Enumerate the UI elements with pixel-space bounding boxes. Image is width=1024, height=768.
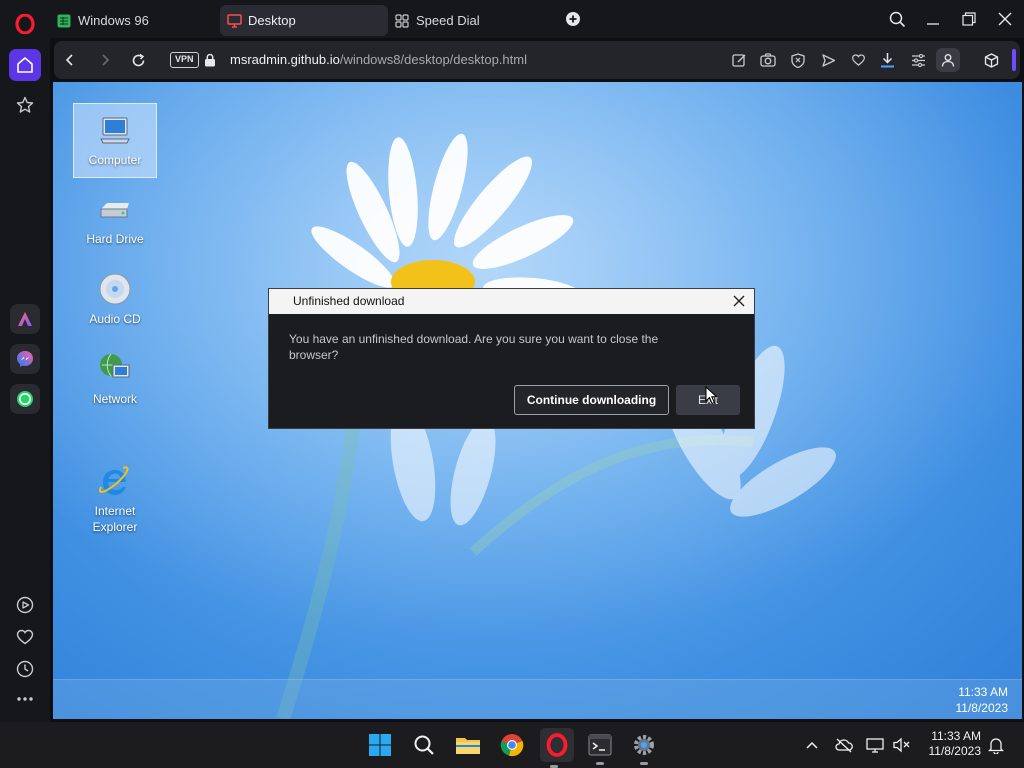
- desktop-icon-label: Network: [92, 392, 137, 406]
- send-arrow-icon[interactable]: [817, 49, 839, 71]
- windows8-taskbar: 11:33 AM 11/8/2023: [53, 679, 1022, 719]
- internet-explorer-icon: [97, 447, 133, 495]
- desktop-icon-audio-cd[interactable]: Audio CD: [73, 263, 157, 327]
- tray-chevron-up-icon[interactable]: [802, 735, 822, 755]
- desktop-icon-label: Audio CD: [89, 312, 141, 326]
- chrome-icon[interactable]: [498, 731, 526, 759]
- dialog-close-icon[interactable]: [732, 294, 746, 308]
- cloud-offline-icon[interactable]: [834, 735, 854, 755]
- vpn-badge[interactable]: VPN: [170, 52, 199, 68]
- network-globe-icon: [97, 351, 133, 387]
- dialog-title: Unfinished download: [269, 289, 754, 314]
- tab-label: Speed Dial: [416, 13, 480, 28]
- continue-downloading-button[interactable]: Continue downloading: [514, 385, 669, 415]
- file-explorer-folder-icon[interactable]: [454, 731, 482, 759]
- cd-disc-icon: [97, 271, 133, 307]
- host-clock[interactable]: 11:33 AM 11/8/2023: [929, 729, 982, 759]
- messenger-icon[interactable]: [10, 344, 40, 374]
- tab-label: Windows 96: [78, 13, 149, 28]
- desktop-icon-computer[interactable]: Computer: [73, 103, 157, 178]
- shield-icon[interactable]: [787, 49, 809, 71]
- minimize-icon[interactable]: [922, 8, 944, 30]
- forward-arrow-icon[interactable]: [94, 49, 116, 71]
- download-icon[interactable]: [876, 49, 898, 71]
- whatsapp-icon[interactable]: [10, 384, 40, 414]
- lock-icon[interactable]: [199, 49, 221, 71]
- hard-drive-icon: [97, 191, 133, 227]
- terminal-icon[interactable]: [586, 731, 614, 765]
- aria-ai-icon[interactable]: [10, 304, 40, 334]
- extensions-cube-icon[interactable]: [980, 49, 1002, 71]
- close-window-icon[interactable]: [994, 8, 1016, 30]
- edit-note-icon[interactable]: [728, 49, 750, 71]
- host-clock-date: 11/8/2023: [928, 744, 982, 758]
- back-arrow-icon[interactable]: [59, 49, 81, 71]
- desktop-icon-label: Internet Explorer: [92, 504, 138, 534]
- home-icon[interactable]: [9, 49, 41, 81]
- host-clock-time: 11:33 AM: [931, 729, 981, 743]
- windows8-clock-date: 11/8/2023: [955, 701, 1009, 715]
- heart-icon[interactable]: [9, 621, 41, 653]
- star-icon[interactable]: [9, 89, 41, 121]
- tab-desktop[interactable]: Desktop: [220, 5, 388, 36]
- display-network-icon[interactable]: [866, 735, 886, 755]
- unfinished-download-dialog: Unfinished download You have an unfinish…: [268, 288, 755, 429]
- grid-icon: [395, 13, 409, 28]
- tab-windows-96[interactable]: Windows 96: [50, 5, 210, 36]
- windows-start-icon[interactable]: [366, 731, 394, 759]
- search-icon[interactable]: [886, 8, 908, 30]
- dialog-message: You have an unfinished download. Are you…: [289, 332, 659, 362]
- more-dots-icon[interactable]: [9, 683, 41, 715]
- history-clock-icon[interactable]: [9, 653, 41, 685]
- url-host: msradmin.github.io: [230, 52, 340, 67]
- settings-gear-icon[interactable]: [630, 731, 658, 765]
- tab-label: Desktop: [248, 13, 296, 28]
- taskbar-search-icon[interactable]: [410, 731, 438, 759]
- opera-logo-icon[interactable]: [9, 8, 41, 40]
- profile-user-icon[interactable]: [936, 48, 960, 72]
- address-toolbar: VPN msradmin.github.io/windows8/desktop/…: [54, 41, 1020, 79]
- camera-icon[interactable]: [757, 49, 779, 71]
- mouse-cursor-icon: [705, 386, 718, 405]
- spreadsheet-green-icon: [57, 14, 71, 28]
- tab-speed-dial[interactable]: Speed Dial: [388, 5, 558, 36]
- easy-setup-sliders-icon[interactable]: [907, 49, 929, 71]
- computer-icon: [97, 112, 133, 148]
- player-icon[interactable]: [9, 589, 41, 621]
- desktop-icon-label: Computer: [88, 153, 142, 167]
- monitor-icon: [227, 13, 242, 28]
- desktop-icon-label: Hard Drive: [86, 232, 144, 246]
- restore-window-icon[interactable]: [958, 8, 980, 30]
- notification-bell-icon[interactable]: [986, 735, 1006, 755]
- screen: Windows 96 Desktop Speed Dial VPN msradm…: [0, 0, 1024, 768]
- desktop-icon-internet-explorer[interactable]: Internet Explorer: [73, 423, 157, 551]
- new-tab-plus-icon[interactable]: [562, 8, 584, 30]
- reload-icon[interactable]: [127, 49, 149, 71]
- host-taskbar: 11:33 AM 11/8/2023: [0, 722, 1024, 768]
- sidebar-indicator: [1012, 49, 1016, 71]
- opera-sidebar: [0, 0, 50, 722]
- volume-muted-icon[interactable]: [892, 735, 912, 755]
- desktop-icon-network[interactable]: Network: [73, 343, 157, 407]
- windows8-clock[interactable]: 11:33 AM 11/8/2023: [956, 684, 1009, 716]
- opera-taskbar-icon[interactable]: [540, 728, 574, 768]
- url-field[interactable]: msradmin.github.io/windows8/desktop/desk…: [230, 52, 527, 67]
- tab-strip: Windows 96 Desktop Speed Dial: [50, 0, 1024, 38]
- heart-icon[interactable]: [847, 49, 869, 71]
- windows8-clock-time: 11:33 AM: [958, 685, 1008, 699]
- desktop-icon-hard-drive[interactable]: Hard Drive: [73, 183, 157, 247]
- url-path: /windows8/desktop/desktop.html: [339, 52, 527, 67]
